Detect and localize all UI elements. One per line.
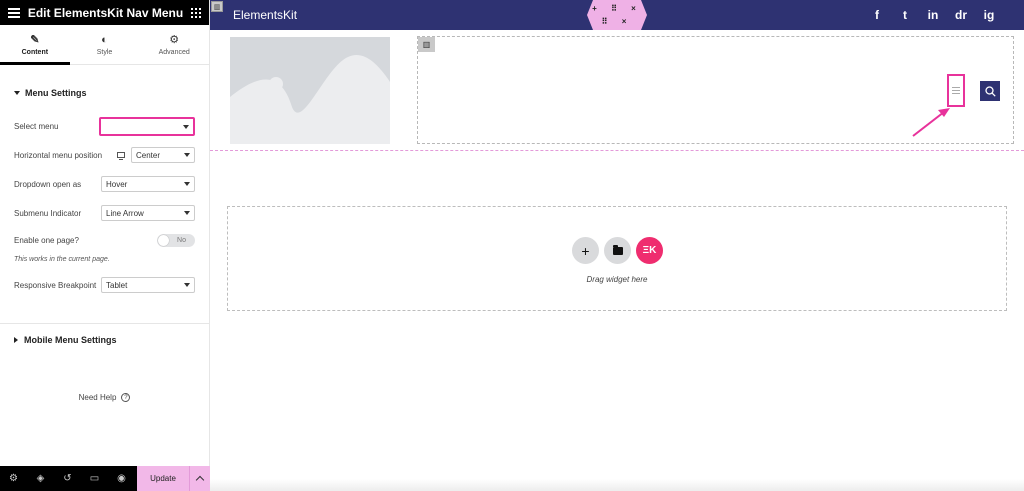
select-menu-row: Select menu (14, 117, 195, 136)
layers-icon[interactable]: ◈ (27, 473, 54, 484)
one-page-toggle[interactable]: No (157, 234, 195, 247)
caret-down-icon (14, 91, 20, 95)
section-controls[interactable]: + ⠿ × ⠿ × (587, 0, 647, 30)
preview-canvas: ▥ ElementsKit f t in dr ig + ⠿ × ⠿ × ▥ +… (210, 0, 1024, 491)
submenu-indicator-value: Line Arrow (106, 208, 144, 218)
monitor-icon[interactable] (117, 152, 125, 160)
horizontal-position-select[interactable]: Center (131, 147, 195, 163)
search-button[interactable] (980, 81, 1000, 101)
dropdown-open-value: Hover (106, 179, 128, 189)
history-icon[interactable]: ↺ (54, 473, 81, 484)
horizontal-position-label: Horizontal menu position (14, 150, 103, 160)
horizontal-position-row: Horizontal menu position Center (14, 147, 195, 163)
section-controls-bottom[interactable]: ⠿ × (602, 15, 633, 28)
chevron-down-icon (184, 182, 190, 186)
panel-footer: ⚙ ◈ ↺ ▭ ◉ Update (0, 466, 210, 491)
site-topbar: ▥ ElementsKit f t in dr ig + ⠿ × ⠿ × (210, 0, 1024, 30)
section-controls-top[interactable]: + ⠿ × (592, 2, 642, 15)
drag-widget-text: Drag widget here (586, 275, 648, 284)
column-handle-icon[interactable]: ▥ (418, 37, 435, 52)
elementskit-button[interactable]: ΞK (636, 237, 663, 264)
select-menu-label: Select menu (14, 122, 59, 131)
widget-drop-zone[interactable]: + ΞK Drag widget here (227, 206, 1007, 311)
half-circle-icon: ◐ (101, 33, 108, 46)
twitter-icon[interactable]: t (898, 8, 912, 22)
mobile-settings-title: Mobile Menu Settings (24, 335, 117, 345)
settings-icon[interactable]: ⚙ (0, 473, 27, 484)
folder-icon (612, 244, 623, 255)
submenu-indicator-select[interactable]: Line Arrow (101, 205, 195, 221)
one-page-label: Enable one page? (14, 236, 79, 245)
tab-style-label: Style (96, 48, 113, 56)
menu-settings-header[interactable]: Menu Settings (0, 88, 101, 98)
menu-settings-title: Menu Settings (25, 88, 87, 98)
site-brand: ElementsKit (233, 8, 298, 22)
image-placeholder-icon (230, 37, 390, 144)
linkedin-icon[interactable]: in (926, 8, 940, 22)
horizontal-position-value: Center (136, 150, 161, 160)
panel-header: Edit ElementsKit Nav Menu (0, 0, 209, 25)
menu-icon (952, 87, 960, 94)
dropdown-open-row: Dropdown open as Hover (14, 176, 195, 192)
toggle-knob (158, 235, 169, 246)
breakpoint-select[interactable]: Tablet (101, 277, 195, 293)
panel-tabs: ✎ Content ◐ Style ⚙ Advanced (0, 25, 209, 65)
tab-advanced-label: Advanced (158, 48, 190, 56)
chevron-down-icon (183, 124, 189, 129)
annotation-arrow-icon (912, 108, 950, 137)
panel-title: Edit ElementsKit Nav Menu (27, 5, 184, 20)
add-section-button[interactable]: + (572, 237, 599, 264)
tab-content[interactable]: ✎ Content (0, 25, 70, 65)
social-icons: f t in dr ig (870, 8, 996, 22)
instagram-icon[interactable]: ig (982, 8, 996, 22)
section-handle-icon[interactable]: ▥ (211, 1, 223, 12)
submenu-indicator-label: Submenu Indicator (14, 208, 82, 218)
need-help-label: Need Help (78, 393, 117, 402)
facebook-icon[interactable]: f (870, 8, 884, 22)
update-options-button[interactable] (189, 466, 210, 491)
breakpoint-label: Responsive Breakpoint (14, 280, 97, 290)
eye-icon[interactable]: ◉ (108, 473, 135, 484)
mobile-settings-header[interactable]: Mobile Menu Settings (0, 335, 131, 345)
gear-icon: ⚙ (169, 33, 180, 46)
tab-content-label: Content (21, 48, 49, 56)
breakpoint-row: Responsive Breakpoint Tablet (14, 277, 195, 293)
dropdown-open-label: Dropdown open as (14, 179, 82, 189)
responsive-icon[interactable]: ▭ (81, 473, 108, 484)
template-library-button[interactable] (604, 237, 631, 264)
toggle-text: No (177, 237, 186, 244)
image-placeholder[interactable] (230, 37, 390, 144)
chevron-up-icon (195, 475, 205, 485)
one-page-row: Enable one page? No (14, 234, 195, 247)
canvas-bottom-shadow (210, 479, 1024, 491)
need-help-link[interactable]: Need Help ? (0, 393, 209, 402)
chevron-down-icon (184, 283, 190, 287)
dribbble-icon[interactable]: dr (954, 8, 968, 22)
update-button[interactable]: Update (137, 466, 189, 491)
tab-style[interactable]: ◐ Style (70, 25, 140, 64)
divider (0, 323, 209, 324)
question-icon: ? (121, 393, 131, 402)
pencil-icon: ✎ (30, 33, 40, 46)
breakpoint-value: Tablet (106, 280, 128, 290)
submenu-indicator-row: Submenu Indicator Line Arrow (14, 205, 195, 221)
select-menu-dropdown[interactable] (99, 117, 195, 136)
editor-panel: Edit ElementsKit Nav Menu ✎ Content ◐ St… (0, 0, 210, 491)
caret-right-icon (14, 337, 18, 343)
dropdown-open-select[interactable]: Hover (101, 176, 195, 192)
chevron-down-icon (184, 153, 190, 157)
chevron-down-icon (184, 211, 190, 215)
hamburger-icon[interactable] (8, 8, 20, 18)
search-icon (984, 85, 996, 97)
one-page-note: This works in the current page. (14, 256, 110, 263)
drop-zone-buttons: + ΞK (572, 237, 663, 264)
grid-icon[interactable] (191, 7, 201, 18)
section-divider (210, 150, 1024, 151)
tab-advanced[interactable]: ⚙ Advanced (139, 25, 209, 64)
